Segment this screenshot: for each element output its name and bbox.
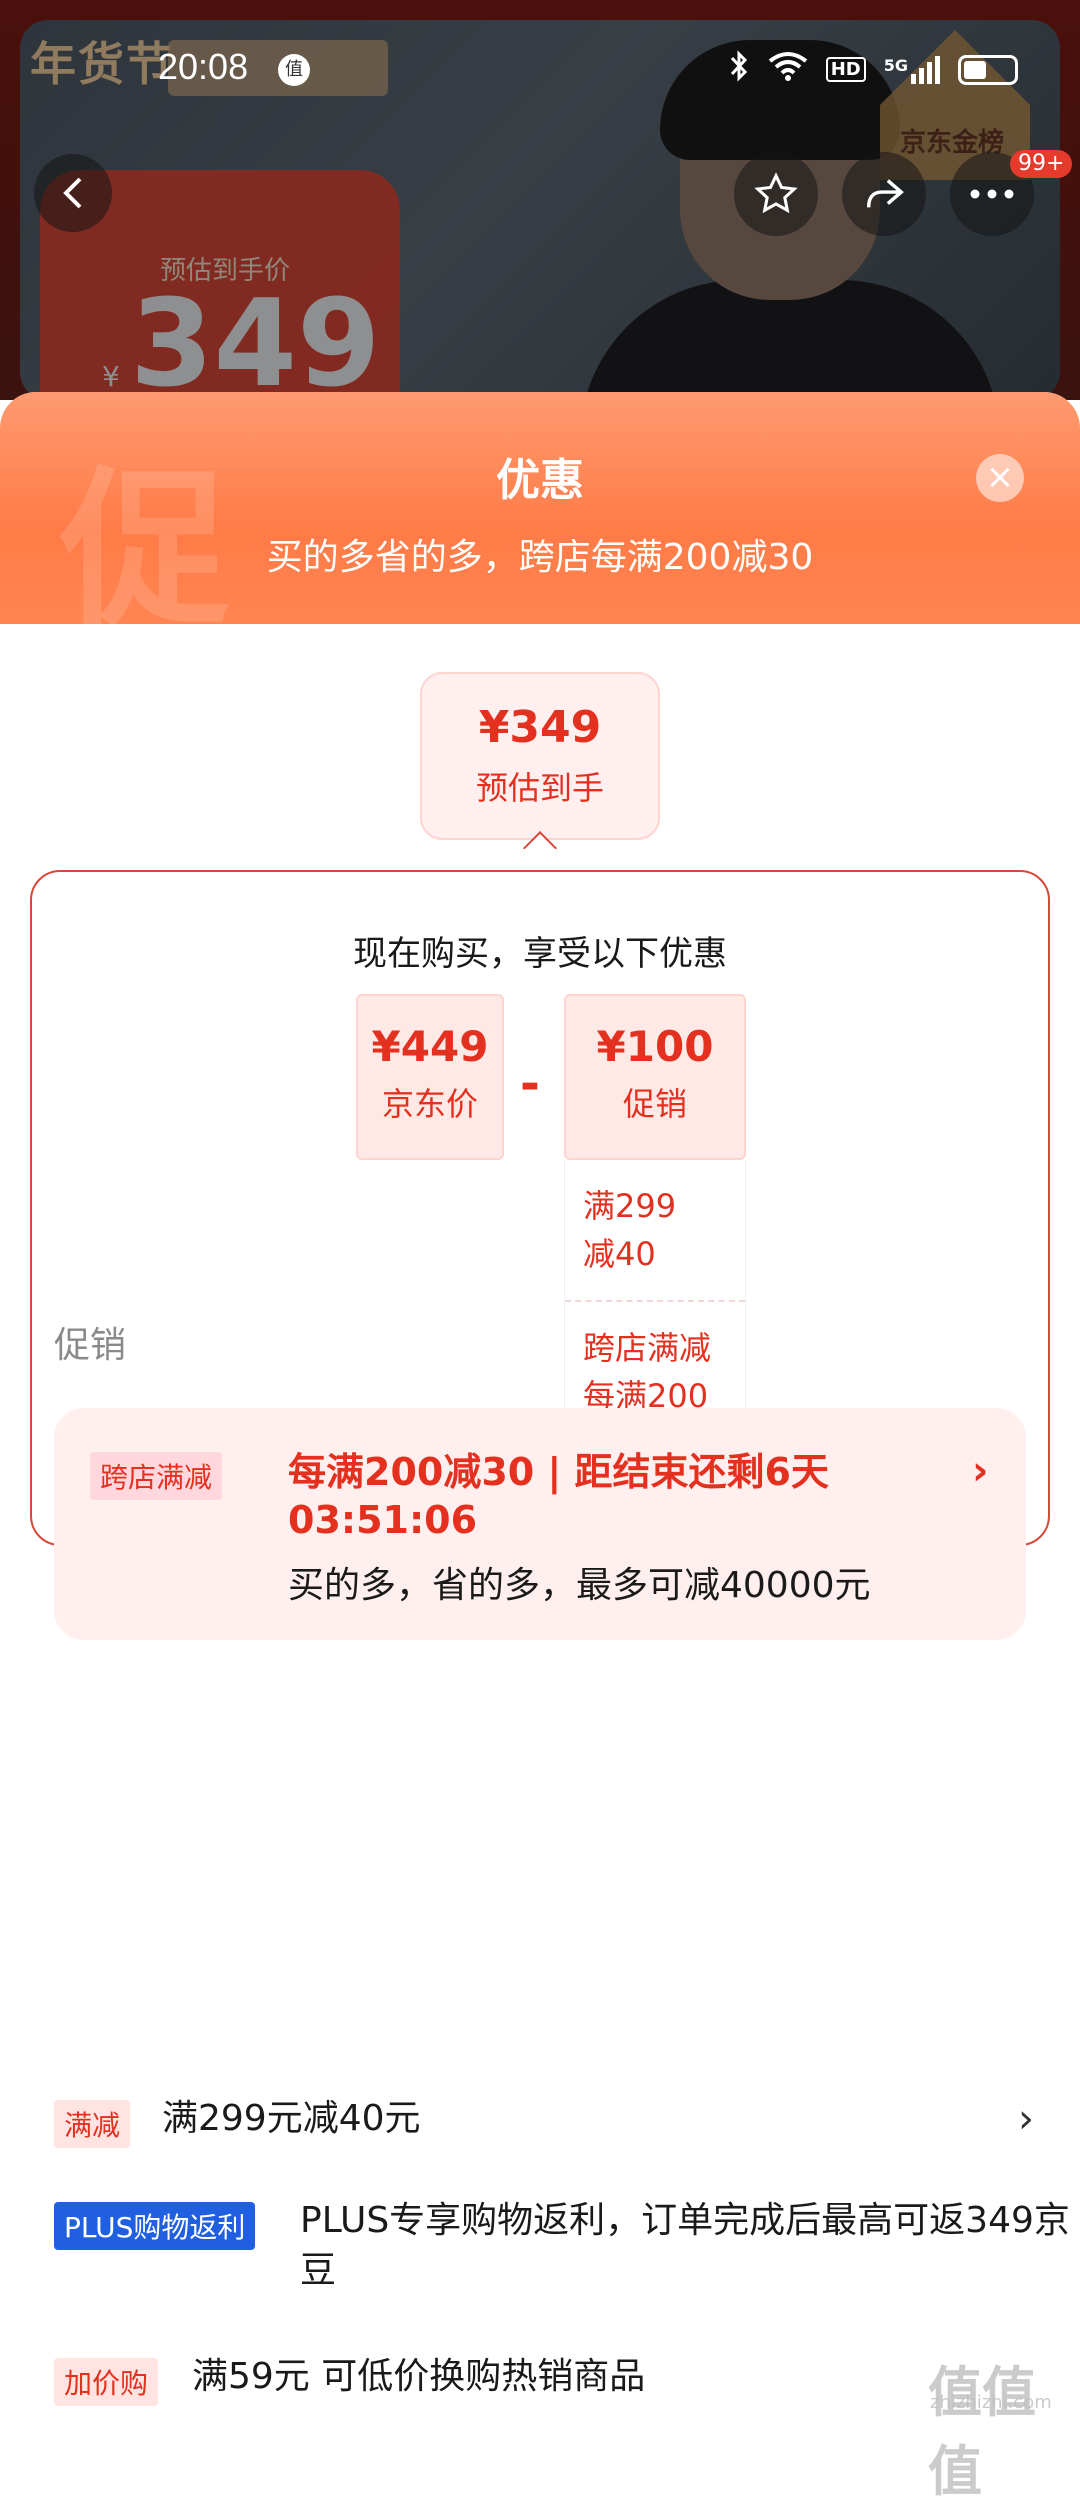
add-on-purchase-tag: 加价购 <box>54 2358 159 2406</box>
notification-icon: 值 <box>278 54 310 86</box>
sheet-title: 优惠 <box>496 455 584 506</box>
battery-icon <box>958 54 1018 85</box>
promo-row-plus-rebate[interactable]: PLUS购物返利 PLUS专享购物返利，订单完成后最高可返349京豆 <box>54 2196 1070 2306</box>
signal-5g-icon: 5G <box>883 55 940 84</box>
back-button[interactable] <box>34 154 112 232</box>
jd-price: ¥449 <box>371 1022 489 1071</box>
full-reduction-text: 满299元减40元 <box>162 2098 421 2139</box>
favorite-button[interactable] <box>734 152 818 236</box>
jd-price-label: 京东价 <box>381 1085 478 1123</box>
chevron-right-icon: › <box>972 1448 989 1494</box>
close-icon: × <box>985 457 1015 497</box>
minus-sign: - <box>520 1056 540 1112</box>
promo-amount-card: ¥100 促销 <box>564 994 746 1160</box>
status-time: 20:08 <box>158 46 249 87</box>
cross-store-tag: 跨店满减 <box>90 1452 223 1500</box>
site-watermark-url: zhizhizhi.com <box>930 2392 1052 2413</box>
promotions-section-title: 促销 <box>54 1325 127 1366</box>
estimated-price-label: 预估到手 <box>475 769 604 807</box>
status-icons: HD 5G <box>728 50 1018 89</box>
network-type-label: 5G <box>883 55 908 75</box>
bluetooth-icon <box>728 50 750 89</box>
jd-price-card: ¥449 京东价 <box>356 994 504 1160</box>
estimated-price-box: ¥349 预估到手 <box>420 672 660 840</box>
more-dots-icon <box>970 189 1014 199</box>
sheet-subtitle: 买的多省的多，跨店每满200减30 <box>266 537 814 578</box>
share-button[interactable] <box>842 152 926 236</box>
site-watermark: 值值值 <box>928 2361 1036 2503</box>
close-button[interactable]: × <box>976 454 1024 502</box>
full-reduction-tag: 满减 <box>54 2100 131 2148</box>
cross-store-sub-text: 买的多，省的多，最多可减40000元 <box>288 1565 871 1606</box>
cross-store-promo-card[interactable]: 跨店满减 每满200减30 | 距结束还剩6天 03:51:06 买的多，省的多… <box>54 1408 1026 1640</box>
promo-detail-item: 满299 减40 <box>583 1187 677 1273</box>
chevron-right-icon: › <box>1018 2096 1034 2142</box>
hd-icon: HD <box>825 57 866 82</box>
message-count-badge: 99+ <box>1010 150 1073 178</box>
wifi-icon <box>768 51 808 88</box>
star-icon <box>754 172 798 214</box>
plus-rebate-tag: PLUS购物返利 <box>54 2202 256 2250</box>
promo-row-add-on-purchase[interactable]: 加价购 满59元 可低价换购热销商品 <box>54 2352 1034 2412</box>
estimated-price: ¥349 <box>478 702 602 753</box>
promo-row-full-reduction[interactable]: 满减 满299元减40元 › <box>54 2094 1034 2154</box>
add-on-purchase-text: 满59元 可低价换购热销商品 <box>192 2356 646 2397</box>
cross-store-main-text: 每满200减30 | 距结束还剩6天 03:51:06 <box>288 1450 829 1542</box>
share-icon <box>866 179 904 208</box>
promo-amount-label: 促销 <box>622 1085 687 1123</box>
product-header-background: 年货节 预估到手价 ¥ 349 京东金榜 20:08 值 HD 5G 99+ <box>0 0 1080 400</box>
breakdown-heading: 现在购买，享受以下优惠 <box>353 934 727 974</box>
promo-amount: ¥100 <box>596 1022 714 1071</box>
sheet-header: 促 优惠 买的多省的多，跨店每满200减30 × <box>0 392 1080 650</box>
chevron-left-icon <box>63 177 82 209</box>
plus-rebate-text: PLUS专享购物返利，订单完成后最高可返349京豆 <box>300 2200 1070 2291</box>
status-bar: 20:08 值 HD 5G <box>0 40 1080 100</box>
